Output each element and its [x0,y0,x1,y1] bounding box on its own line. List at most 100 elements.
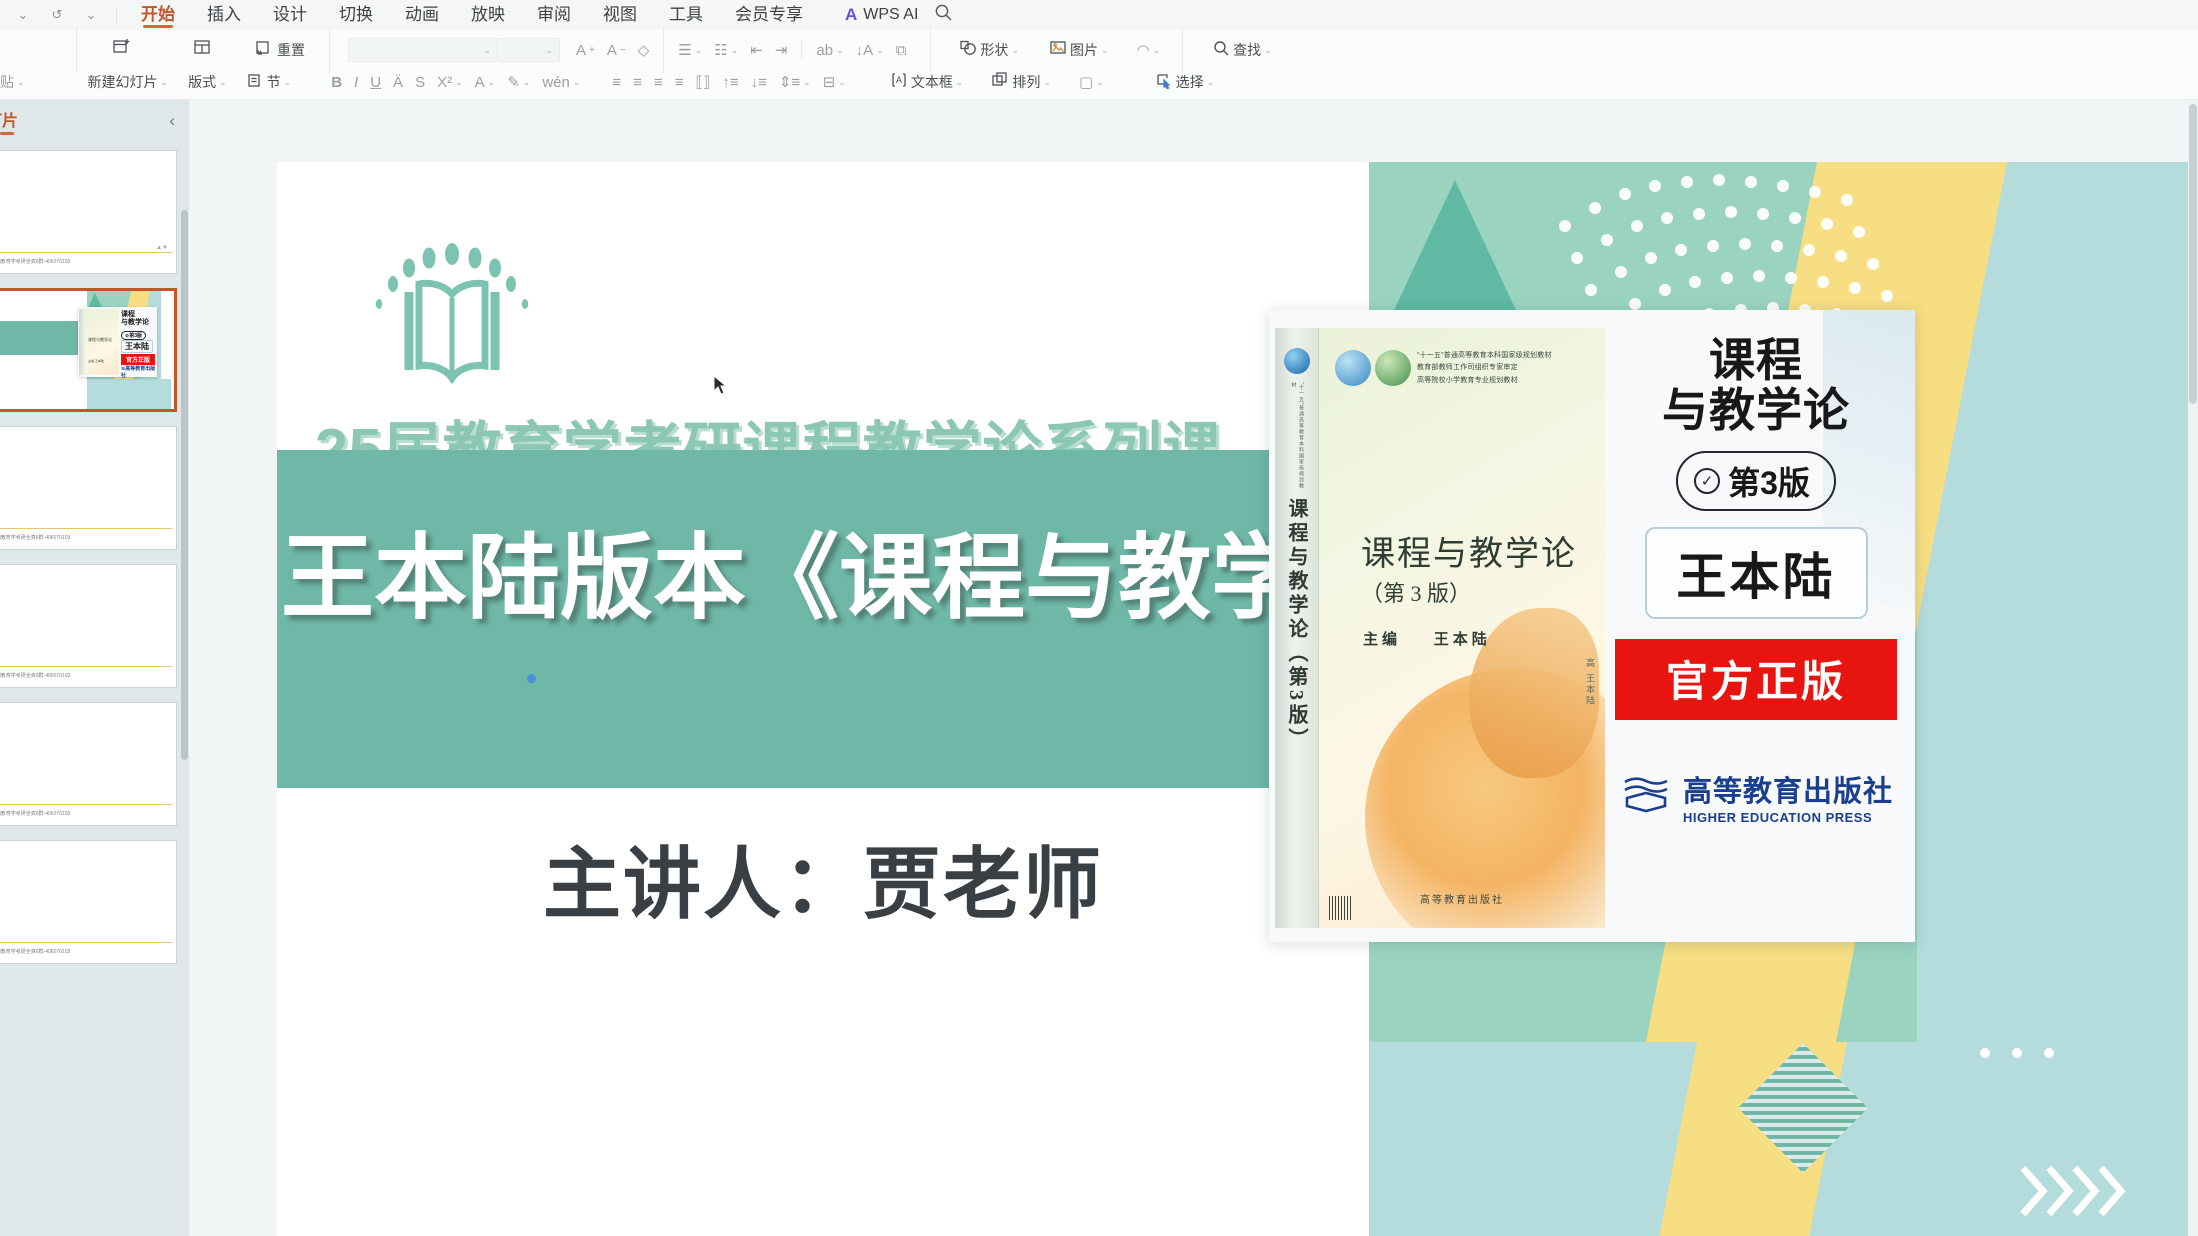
tab-member-exclusive[interactable]: 会员专享 [719,0,819,30]
list-item[interactable]: 声: 全国教育学考研全真6群-406070103 [0,426,177,550]
picture-button[interactable]: 图片 ⌄ [1043,35,1115,65]
chevron-down-icon: ⌄ [545,44,553,55]
product-info-panel: 课程 与教学论 ✓ 第3版 王本陆 官方正版 高等教育出版社 HIGHER ED… [1611,310,1915,942]
search-icon[interactable] [934,3,953,27]
paste-button[interactable]: 贴 ⌄ [0,67,31,97]
fill-color-icon[interactable]: ◠ ⌄ [1131,35,1167,65]
reset-button[interactable]: 重置 [249,35,311,65]
find-icon [1213,40,1230,61]
tab-tools[interactable]: 工具 [653,0,719,30]
slide-canvas[interactable]: 25届教育学考研课程教学论系列课 王本陆版本《课程与教学论》 主讲人：贾老师 “… [277,162,2197,1236]
scrollbar-thumb[interactable] [181,210,188,760]
decrease-font-icon[interactable]: A − [601,35,632,65]
underline-button[interactable]: U [364,67,387,97]
strikethrough-button[interactable]: S [409,67,431,97]
char-shading-icon[interactable]: wén ⌄ [536,67,586,97]
line-spacing-icon[interactable]: ⇕≡ ⌄ [773,67,817,97]
highlight-icon[interactable]: ✎ ⌄ [501,67,536,97]
list-item[interactable]: 声: 全国教育学考研全真6群-406070103 [0,840,177,964]
align-justify-icon[interactable]: ≡ [669,67,690,97]
font-color-icon[interactable]: A ⌄ [469,67,502,97]
tab-design[interactable]: 设计 [257,0,323,30]
arrange-button[interactable]: 排列 ⌄ [985,67,1057,97]
higher-education-press-logo-icon [1619,772,1673,821]
decrease-indent-icon[interactable]: ⇤ [744,35,769,65]
thumbnail-panel-scrollbar[interactable] [179,100,189,1236]
layout-button[interactable] [177,37,227,64]
font-size-input[interactable]: ⌄ [498,38,560,62]
italic-button[interactable]: I [348,67,364,97]
slide-editing-stage[interactable]: 25届教育学考研课程教学论系列课 王本陆版本《课程与教学论》 主讲人：贾老师 “… [189,100,2198,1236]
numbered-list-icon[interactable]: ☷ ⌄ [708,35,744,65]
tab-home[interactable]: 开始 [125,0,191,30]
slide-presenter[interactable]: 主讲人：贾老师 [277,822,1369,934]
align-right-icon[interactable]: ≡ [648,67,669,97]
cover-publisher: 高等教育出版社 [1420,895,1504,906]
space-after-icon[interactable]: ↓≡ [745,67,773,97]
shapes-button[interactable]: 形状 ⌄ [953,35,1025,65]
mouse-pointer-icon [713,375,728,395]
align-left-icon[interactable]: ≡ [606,67,627,97]
select-button[interactable]: 选择 ⌄ [1150,67,1221,97]
slide-thumbnail-panel: 灯片 ‹ ▲▼ 声: 全国教育学考研全真6群-406070103 [0,100,189,1236]
chevron-down-icon: ⌄ [1100,44,1109,55]
cover-author: 主编 王本陆 [1363,628,1491,649]
tab-animation[interactable]: 动画 [389,0,455,30]
space-before-icon[interactable]: ↑≡ [716,67,744,97]
tab-view[interactable]: 视图 [587,0,653,30]
distribute-text-icon[interactable]: ⟦⟧ [689,67,716,97]
bold-button[interactable]: B [325,67,348,97]
text-direction-icon[interactable]: ↓A ⌄ [850,35,890,65]
smartart-icon[interactable]: ⧉ [890,35,913,65]
increase-font-icon[interactable]: A + [570,35,601,65]
publisher-name-en: HIGHER EDUCATION PRESS [1682,810,1873,826]
wps-ai-button[interactable]: A WPS AI [845,5,918,25]
undo-icon[interactable]: ↺ [40,2,74,28]
ribbon-toolbar: 重置 ⌄ ⌄ A+ A− ◇ ☰⌄ ☷⌄ ⇤ ⇥ ab⌄ ↓A⌄ ⧉ [0,27,2198,100]
find-button[interactable]: 查找 ⌄ [1207,35,1278,65]
clear-format-icon[interactable]: ◇ [632,35,656,65]
pinyin-icon[interactable]: Ä [387,67,409,97]
chevron-left-icon[interactable]: ‹ [169,111,175,131]
scrollbar-thumb[interactable] [2189,104,2197,404]
char-spacing-icon[interactable]: ab ⌄ [810,35,849,65]
layout-label: 版式 [188,74,217,90]
edition-badge: ✓ 第3版 [1676,451,1836,512]
strikethrough-glyph: S [415,73,426,91]
chevron-down-icon: ⌄ [283,76,292,87]
stage-scrollbar[interactable] [2188,100,2198,1236]
product-card-image[interactable]: “十一五”普通高等教育本科国家级规划教材 课程与教学论（第3版） “十一五”普通… [1269,310,1915,942]
thumbnail-list: ▲▼ 声: 全国教育学考研全真6群-406070103 论》 课 [0,142,189,1236]
spine-series-text: “十一五”普通高等教育本科国家级规划教材 [1290,382,1305,490]
tab-insert[interactable]: 插入 [191,0,257,30]
bullet-list-icon[interactable]: ☰ ⌄ [672,35,708,65]
align-text-icon[interactable]: ⊟ ⌄ [817,67,852,97]
redo-icon[interactable]: ⌄ [74,2,108,28]
list-item[interactable]: 论》 课 课程与教学论 主编 王本陆 课程与教学论 ⊘第3版 王本陆 官方正版 … [0,288,177,412]
font-family-input[interactable]: ⌄ [348,38,498,62]
cover-author-label: 主编 [1363,631,1402,648]
new-slide-label-button[interactable]: 新建幻灯片 ⌄ [82,67,175,97]
tab-transition[interactable]: 切换 [323,0,389,30]
new-slide-button[interactable] [97,37,147,64]
reset-icon [255,39,274,62]
layout-label-button[interactable]: 版式 ⌄ [182,67,233,97]
slide-main-title[interactable]: 王本陆版本《课程与教学论》 [277,502,1490,637]
increase-indent-icon[interactable]: ⇥ [769,35,794,65]
list-item[interactable]: 声: 全国教育学考研全真6群-406070103 [0,702,177,826]
list-item[interactable]: ▲▼ 声: 全国教育学考研全真6群-406070103 [0,150,177,274]
list-item[interactable]: 声: 全国教育学考研全真6群-406070103 [0,564,177,688]
new-slide-label: 新建幻灯片 [87,74,158,90]
shape-outline-icon[interactable]: ▢ ⌄ [1073,67,1110,97]
align-center-icon[interactable]: ≡ [627,67,648,97]
tab-review[interactable]: 审阅 [521,0,587,30]
tab-slideshow[interactable]: 放映 [455,0,521,30]
cover-series-line-2: 教育部教师工作司组织专家审定 [1417,364,1518,372]
arrange-icon [991,71,1009,93]
section-button[interactable]: 节 ⌄ [241,67,298,97]
publisher-name-cn: 高等教育出版社 [1682,776,1893,809]
superscript-button[interactable]: X² ⌄ [431,67,469,97]
save-icon[interactable]: ⌄ [6,2,40,28]
thumbnail-footer: 声: 全国教育学考研全真6群-406070103 [0,810,71,817]
textbox-button[interactable]: A 文本框 ⌄ [884,67,970,97]
